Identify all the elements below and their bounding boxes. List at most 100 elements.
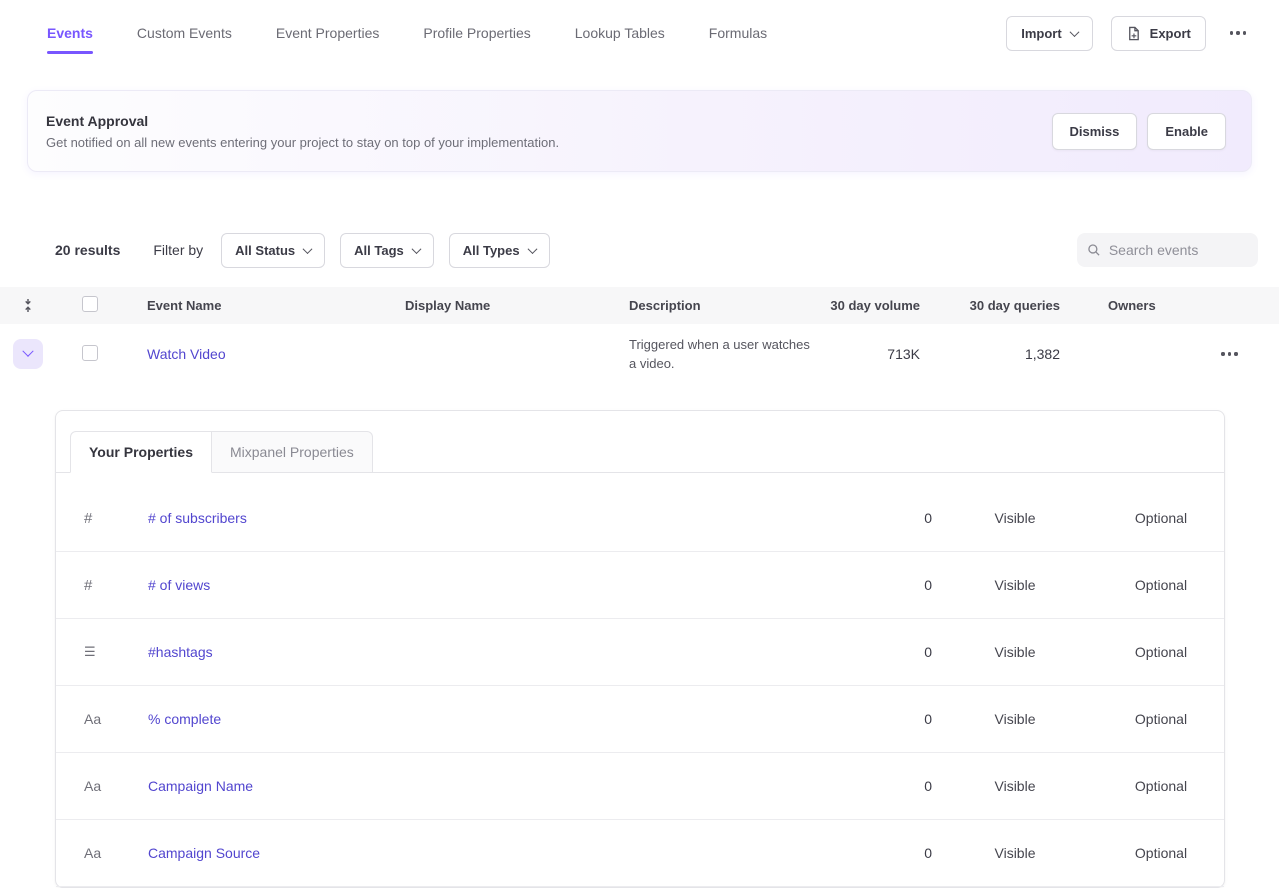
description-cell: Triggered when a user watches a video. [602, 326, 820, 383]
property-row: # # of subscribers 0 Visible Optional [56, 485, 1224, 552]
chevron-down-icon [527, 244, 537, 254]
event-row-watch-video: Watch Video Triggered when a user watche… [0, 324, 1279, 384]
header-display-name: Display Name [378, 298, 602, 313]
text-type-icon: Aa [56, 711, 148, 727]
number-type-icon: # [56, 577, 148, 594]
banner-text: Event Approval Get notified on all new e… [46, 113, 559, 150]
nav-actions: Import Export [1006, 16, 1252, 51]
status-filter-label: All Status [235, 243, 295, 258]
property-visibility[interactable]: Visible [932, 510, 1098, 526]
tab-mixpanel-properties[interactable]: Mixpanel Properties [212, 431, 373, 473]
list-type-icon: ☰ [56, 644, 148, 660]
row-more-button[interactable] [1215, 346, 1243, 361]
tags-filter-dropdown[interactable]: All Tags [340, 233, 434, 268]
export-button[interactable]: Export [1111, 16, 1206, 51]
header-30-day-volume: 30 day volume [820, 298, 920, 313]
search-box[interactable] [1077, 233, 1258, 267]
tab-your-properties[interactable]: Your Properties [70, 431, 212, 473]
nav-tabs: Events Custom Events Event Properties Pr… [47, 25, 767, 41]
property-name-link[interactable]: Campaign Source [148, 845, 260, 861]
status-filter-dropdown[interactable]: All Status [221, 233, 325, 268]
types-filter-label: All Types [463, 243, 520, 258]
property-name-link[interactable]: #hashtags [148, 644, 213, 660]
tab-event-properties[interactable]: Event Properties [276, 25, 380, 41]
export-icon [1126, 26, 1141, 41]
tab-lookup-tables[interactable]: Lookup Tables [575, 25, 665, 41]
types-filter-dropdown[interactable]: All Types [449, 233, 550, 268]
property-volume: 0 [832, 845, 932, 861]
banner-description: Get notified on all new events entering … [46, 135, 559, 150]
export-label: Export [1150, 26, 1191, 41]
number-type-icon: # [56, 510, 148, 527]
property-name-link[interactable]: Campaign Name [148, 778, 253, 794]
event-name-link[interactable]: Watch Video [147, 346, 226, 362]
property-status[interactable]: Optional [1098, 845, 1224, 861]
row-checkbox[interactable] [82, 345, 98, 361]
filter-bar: 20 results Filter by All Status All Tags… [0, 232, 1279, 268]
filter-by-label: Filter by [153, 242, 203, 258]
text-type-icon: Aa [56, 778, 148, 794]
chevron-down-icon [22, 346, 33, 357]
nav-more-button[interactable] [1224, 25, 1252, 40]
property-visibility[interactable]: Visible [932, 845, 1098, 861]
header-30-day-queries: 30 day queries [920, 298, 1060, 313]
property-volume: 0 [832, 577, 932, 593]
property-row: Aa Campaign Name 0 Visible Optional [56, 753, 1224, 820]
property-name-link[interactable]: # of subscribers [148, 510, 247, 526]
chevron-down-icon [411, 244, 421, 254]
properties-panel: Your Properties Mixpanel Properties # # … [55, 410, 1225, 888]
property-visibility[interactable]: Visible [932, 711, 1098, 727]
volume-cell: 713K [820, 346, 920, 362]
search-icon [1087, 242, 1101, 258]
text-type-icon: Aa [56, 845, 148, 861]
banner-title: Event Approval [46, 113, 559, 129]
tab-profile-properties[interactable]: Profile Properties [423, 25, 530, 41]
tags-filter-label: All Tags [354, 243, 404, 258]
import-label: Import [1021, 26, 1061, 41]
property-visibility[interactable]: Visible [932, 778, 1098, 794]
property-visibility[interactable]: Visible [932, 644, 1098, 660]
select-all-checkbox[interactable] [82, 296, 98, 312]
property-status[interactable]: Optional [1098, 778, 1224, 794]
search-input[interactable] [1109, 242, 1248, 258]
top-nav: Events Custom Events Event Properties Pr… [0, 0, 1279, 66]
property-status[interactable]: Optional [1098, 711, 1224, 727]
ellipsis-icon [1230, 31, 1246, 34]
tab-formulas[interactable]: Formulas [709, 25, 767, 41]
header-owners: Owners [1060, 298, 1180, 313]
property-volume: 0 [832, 778, 932, 794]
header-description: Description [602, 298, 820, 313]
tab-custom-events[interactable]: Custom Events [137, 25, 232, 41]
events-table-header: Event Name Display Name Description 30 d… [0, 287, 1279, 324]
banner-actions: Dismiss Enable [1052, 113, 1227, 150]
dismiss-button[interactable]: Dismiss [1052, 113, 1138, 150]
property-row: Aa Campaign Source 0 Visible Optional [56, 820, 1224, 887]
property-status[interactable]: Optional [1098, 510, 1224, 526]
property-name-link[interactable]: % complete [148, 711, 221, 727]
property-volume: 0 [832, 711, 932, 727]
property-volume: 0 [832, 644, 932, 660]
queries-cell: 1,382 [920, 346, 1060, 362]
property-volume: 0 [832, 510, 932, 526]
tab-events[interactable]: Events [47, 25, 93, 41]
collapse-row-button[interactable] [13, 339, 43, 369]
collapse-all-button[interactable] [0, 298, 55, 313]
property-status[interactable]: Optional [1098, 577, 1224, 593]
property-name-link[interactable]: # of views [148, 577, 210, 593]
property-row: ☰ #hashtags 0 Visible Optional [56, 619, 1224, 686]
property-visibility[interactable]: Visible [932, 577, 1098, 593]
enable-button[interactable]: Enable [1147, 113, 1226, 150]
properties-list: # # of subscribers 0 Visible Optional # … [56, 473, 1224, 887]
chevron-down-icon [1069, 27, 1079, 37]
import-button[interactable]: Import [1006, 16, 1092, 51]
header-event-name: Event Name [120, 298, 378, 313]
property-status[interactable]: Optional [1098, 644, 1224, 660]
property-row: # # of views 0 Visible Optional [56, 552, 1224, 619]
event-approval-banner: Event Approval Get notified on all new e… [27, 90, 1252, 172]
properties-tabset: Your Properties Mixpanel Properties [56, 411, 1224, 473]
collapse-all-icon [21, 298, 35, 313]
results-count: 20 results [55, 242, 120, 258]
property-row: Aa % complete 0 Visible Optional [56, 686, 1224, 753]
chevron-down-icon [303, 244, 313, 254]
ellipsis-icon [1221, 352, 1237, 355]
